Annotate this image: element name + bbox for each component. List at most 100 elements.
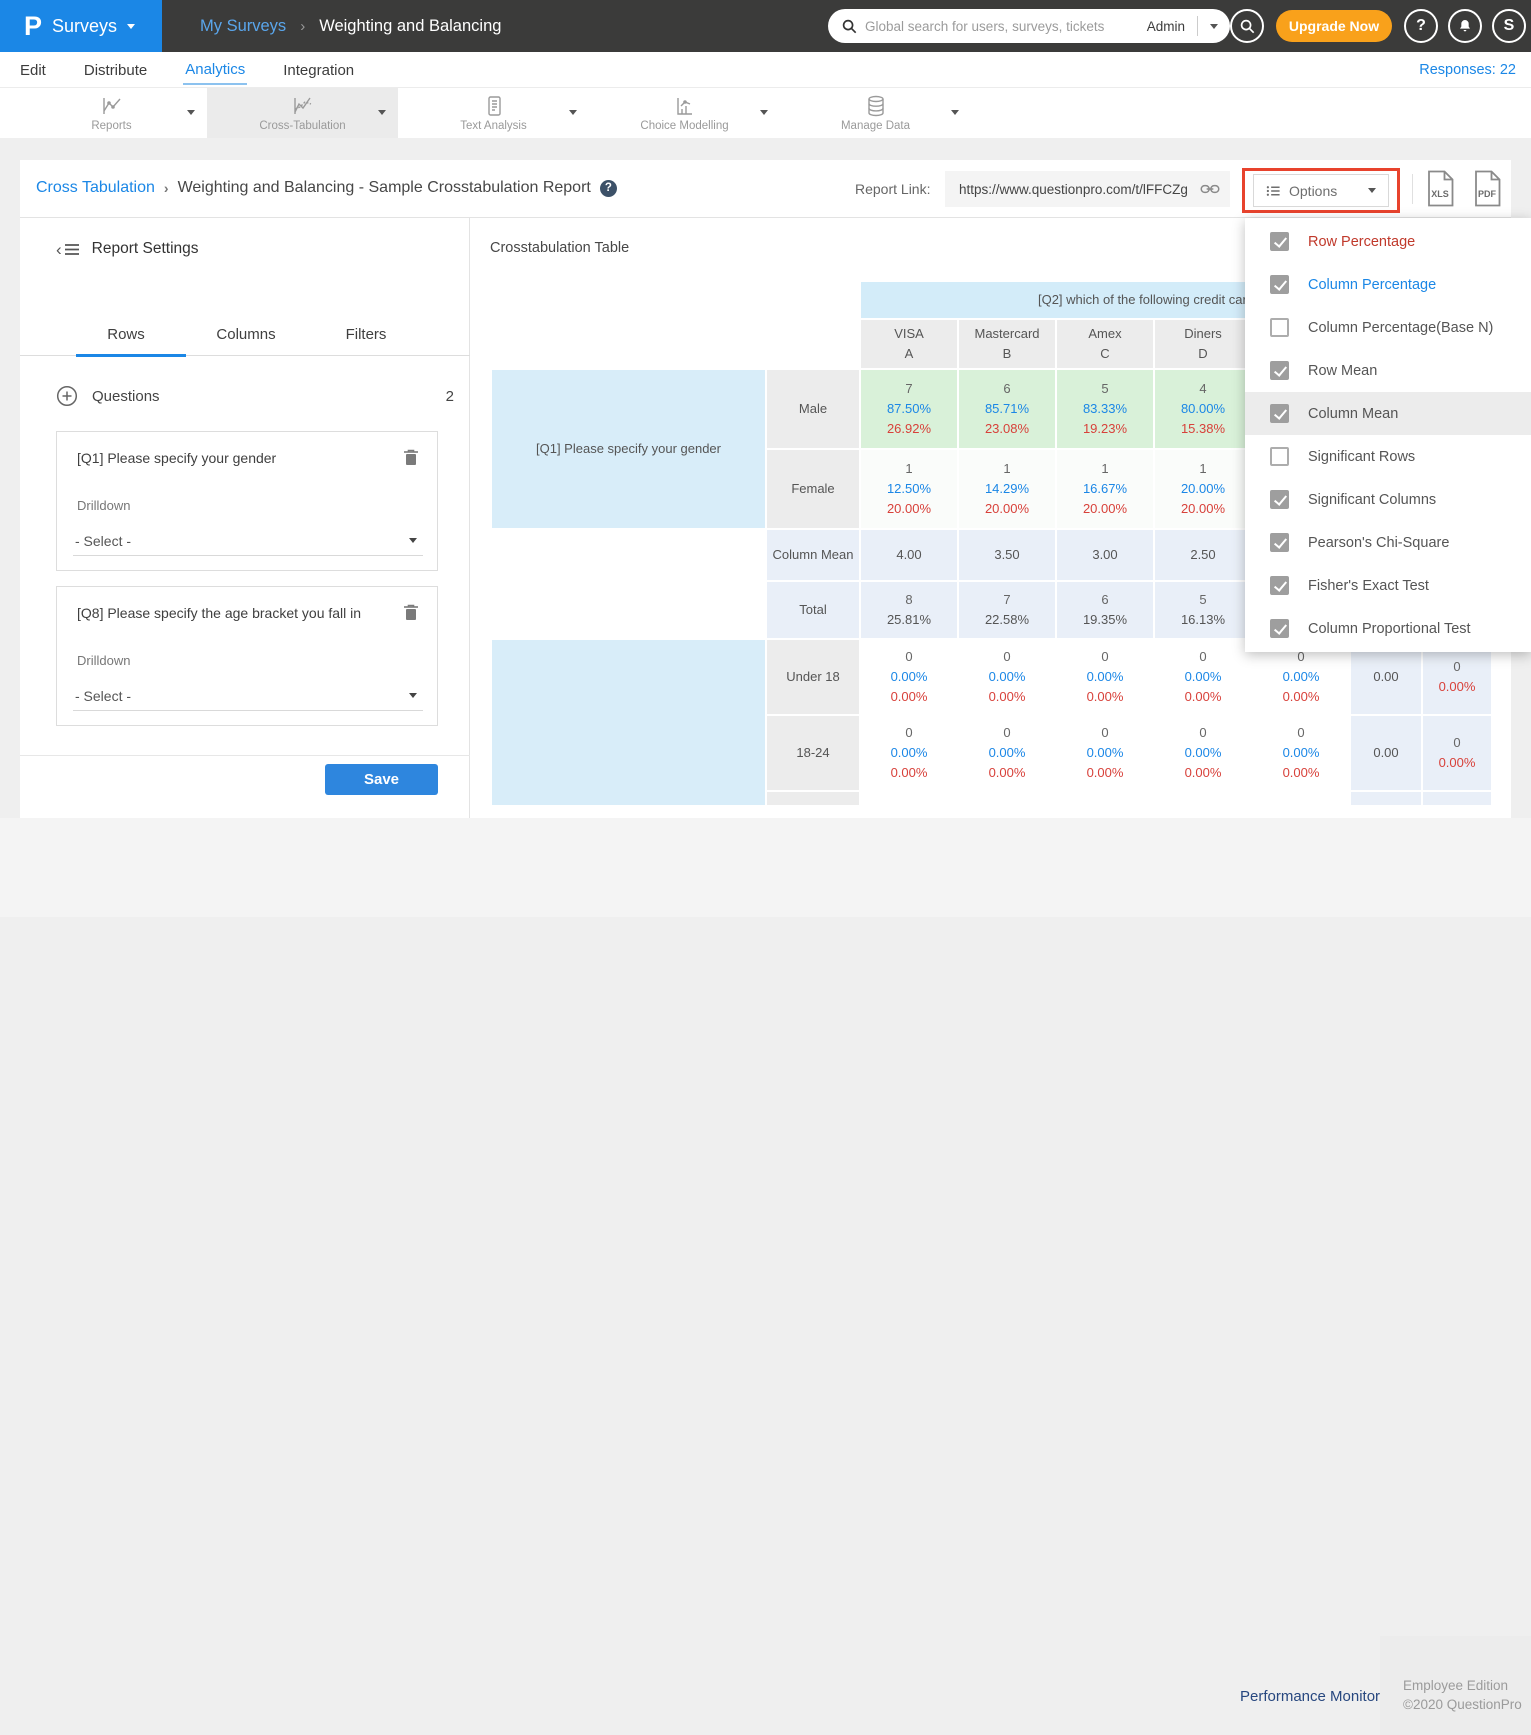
option-label: Pearson's Chi-Square <box>1308 535 1449 551</box>
breadcrumb-my-surveys[interactable]: My Surveys <box>200 17 286 36</box>
toolbar-item-cross-tabulation[interactable]: Cross-Tabulation <box>207 88 398 138</box>
breadcrumb-separator: › <box>300 18 305 35</box>
table-cell <box>492 320 859 368</box>
product-switcher[interactable]: P Surveys <box>0 0 162 52</box>
option-significant-rows[interactable]: Significant Rows <box>1245 435 1531 478</box>
help-button[interactable]: ? <box>1404 9 1438 43</box>
option-fisher-s-exact-test[interactable]: Fisher's Exact Test <box>1245 564 1531 607</box>
data-cell: 120.00%20.00% <box>1155 450 1251 528</box>
settings-tabs: Rows Columns Filters <box>20 326 470 356</box>
crosstab-chart-icon <box>291 94 315 118</box>
search-scope-value: Admin <box>1147 19 1185 34</box>
choice-modelling-icon <box>673 94 697 118</box>
chevron-down-icon[interactable] <box>760 110 768 115</box>
upgrade-button[interactable]: Upgrade Now <box>1276 10 1392 42</box>
data-cell: 00.00%0.00% <box>1057 640 1153 714</box>
report-link-field[interactable]: https://www.questionpro.com/t/lFFCZg <box>945 171 1230 207</box>
table-cell <box>492 282 859 318</box>
column-header-mastercard: MastercardB <box>959 320 1055 368</box>
table-cell <box>959 792 1055 805</box>
export-pdf-button[interactable]: PDF <box>1472 170 1502 212</box>
option-pearson-s-chi-square[interactable]: Pearson's Chi-Square <box>1245 521 1531 564</box>
tab-columns[interactable]: Columns <box>186 326 306 343</box>
checkbox-checked-icon[interactable] <box>1270 619 1289 638</box>
analytics-toolbar: Reports Cross-Tabulation Text Analysis C… <box>0 88 1531 138</box>
question-card-q8: [Q8] Please specify the age bracket you … <box>56 586 438 726</box>
search-input[interactable] <box>865 19 1139 34</box>
chevron-down-icon[interactable] <box>569 110 577 115</box>
checkbox-unchecked-icon[interactable] <box>1270 447 1289 466</box>
checkbox-checked-icon[interactable] <box>1270 361 1289 380</box>
search-submit-button[interactable] <box>1230 9 1264 43</box>
option-column-proportional-test[interactable]: Column Proportional Test <box>1245 607 1531 650</box>
performance-monitor-link[interactable]: Performance Monitor <box>1240 1688 1380 1705</box>
option-significant-columns[interactable]: Significant Columns <box>1245 478 1531 521</box>
checkbox-checked-icon[interactable] <box>1270 275 1289 294</box>
checkbox-checked-icon[interactable] <box>1270 232 1289 251</box>
pdf-label: PDF <box>1478 189 1497 199</box>
breadcrumb-separator: › <box>164 180 169 196</box>
row-label-column-mean: Column Mean <box>767 530 859 580</box>
xls-label: XLS <box>1431 189 1449 199</box>
search-icon <box>1240 19 1255 34</box>
option-label: Significant Rows <box>1308 449 1415 465</box>
tab-integration[interactable]: Integration <box>281 55 356 84</box>
save-button[interactable]: Save <box>325 764 438 795</box>
search-icon <box>842 19 857 34</box>
chevron-down-icon[interactable] <box>1210 24 1218 29</box>
option-label: Column Proportional Test <box>1308 621 1471 637</box>
user-avatar[interactable]: S <box>1492 9 1526 43</box>
trash-icon[interactable] <box>403 603 419 626</box>
report-link-label: Report Link: <box>855 181 930 197</box>
chevron-down-icon[interactable] <box>378 110 386 115</box>
global-search[interactable]: Admin <box>828 9 1230 43</box>
tab-analytics[interactable]: Analytics <box>183 54 247 85</box>
option-column-percentage[interactable]: Column Percentage <box>1245 263 1531 306</box>
notifications-button[interactable] <box>1448 9 1482 43</box>
chevron-down-icon[interactable] <box>951 110 959 115</box>
column-header-visa: VISAA <box>861 320 957 368</box>
trash-icon[interactable] <box>403 448 419 471</box>
tab-distribute[interactable]: Distribute <box>82 55 149 84</box>
data-cell: 00.00%0.00% <box>959 640 1055 714</box>
chevron-down-icon <box>409 693 417 698</box>
toolbar-item-text-analysis[interactable]: Text Analysis <box>398 88 589 138</box>
edition-label: Employee Edition <box>1403 1678 1508 1693</box>
option-row-percentage[interactable]: Row Percentage <box>1245 220 1531 263</box>
link-icon[interactable] <box>1200 182 1220 196</box>
help-icon[interactable]: ? <box>600 180 617 197</box>
toolbar-item-reports[interactable]: Reports <box>16 88 207 138</box>
tab-rows[interactable]: Rows <box>66 326 186 343</box>
question-title: [Q8] Please specify the age bracket you … <box>77 605 387 621</box>
option-column-mean[interactable]: Column Mean <box>1245 392 1531 435</box>
report-url[interactable]: https://www.questionpro.com/t/lFFCZg <box>959 182 1192 197</box>
chevron-down-icon[interactable] <box>187 110 195 115</box>
options-button-label: Options <box>1289 183 1360 199</box>
tab-filters[interactable]: Filters <box>306 326 426 343</box>
add-question-button[interactable] <box>56 385 78 407</box>
option-row-mean[interactable]: Row Mean <box>1245 349 1531 392</box>
divider <box>1197 16 1198 36</box>
checkbox-checked-icon[interactable] <box>1270 533 1289 552</box>
cross-tabulation-link[interactable]: Cross Tabulation <box>36 179 155 197</box>
options-button[interactable]: Options <box>1253 174 1389 207</box>
checkbox-unchecked-icon[interactable] <box>1270 318 1289 337</box>
option-label: Significant Columns <box>1308 492 1436 508</box>
checkbox-checked-icon[interactable] <box>1270 404 1289 423</box>
data-cell: 112.50%20.00% <box>861 450 957 528</box>
export-xls-button[interactable]: XLS <box>1425 170 1455 212</box>
text-analysis-icon <box>482 94 506 118</box>
checkbox-checked-icon[interactable] <box>1270 490 1289 509</box>
table-cell <box>1253 792 1349 805</box>
drilldown-select[interactable]: - Select - <box>73 681 423 711</box>
collapse-panel-icon[interactable]: ‹ <box>56 241 80 258</box>
checkbox-checked-icon[interactable] <box>1270 576 1289 595</box>
toolbar-item-manage-data[interactable]: Manage Data <box>780 88 971 138</box>
toolbar-item-choice-modelling[interactable]: Choice Modelling <box>589 88 780 138</box>
row-label-total: Total <box>767 582 859 638</box>
drilldown-select[interactable]: - Select - <box>73 526 423 556</box>
column-header-diners: DinersD <box>1155 320 1251 368</box>
option-column-percentage-base-n[interactable]: Column Percentage(Base N) <box>1245 306 1531 349</box>
tab-edit[interactable]: Edit <box>18 55 48 84</box>
column-mean-cell: 3.00 <box>1057 530 1153 580</box>
